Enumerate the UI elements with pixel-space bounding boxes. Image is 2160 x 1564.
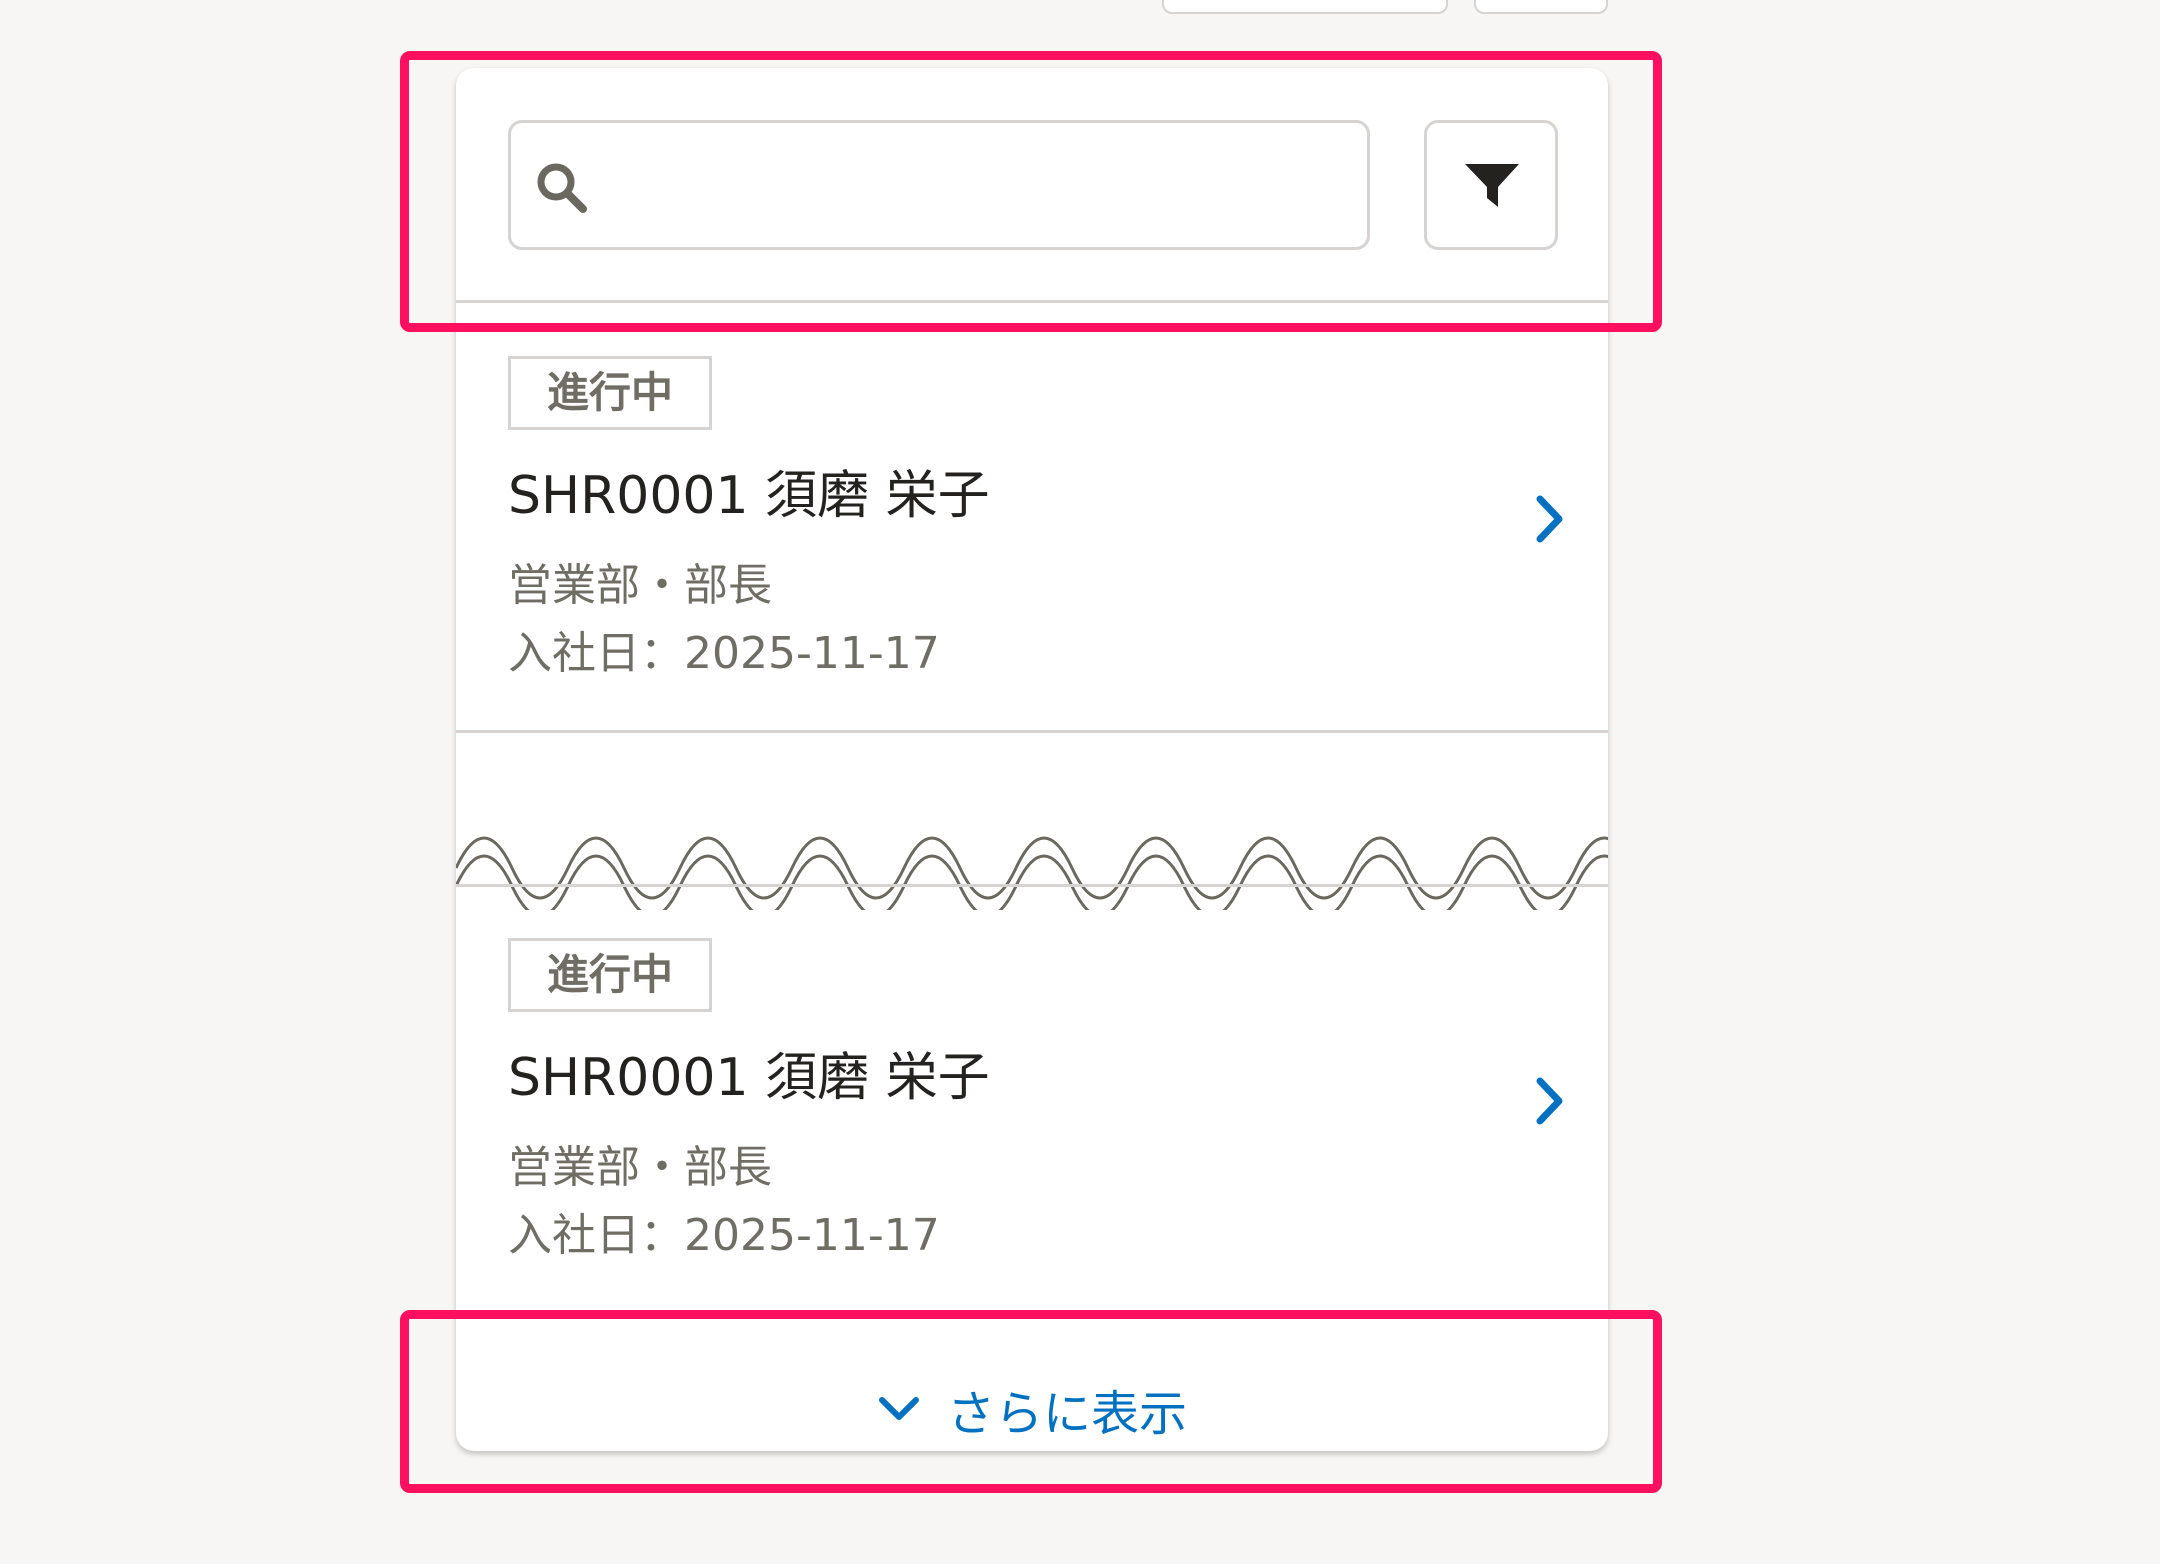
- employee-name: SHR0001 須磨 栄子: [508, 1048, 990, 1108]
- employee-department: 営業部・部長: [508, 1142, 772, 1193]
- chevron-right-icon[interactable]: [1532, 1076, 1566, 1126]
- highlight-frame: [400, 51, 1662, 332]
- divider: [456, 884, 1608, 887]
- employee-join-date: 入社日：2025-11-17: [508, 1210, 940, 1261]
- chevron-right-icon[interactable]: [1532, 494, 1566, 544]
- divider: [456, 730, 1608, 733]
- status-badge: 進行中: [508, 938, 712, 1012]
- status-badge: 進行中: [508, 356, 712, 430]
- employee-join-date: 入社日：2025-11-17: [508, 628, 940, 679]
- wave-break: [456, 836, 1608, 910]
- employee-name: SHR0001 須磨 栄子: [508, 466, 990, 526]
- top-action-button[interactable]: [1162, 0, 1448, 14]
- highlight-frame: [400, 1310, 1662, 1493]
- top-action-button-small[interactable]: [1474, 0, 1608, 14]
- employee-department: 営業部・部長: [508, 560, 772, 611]
